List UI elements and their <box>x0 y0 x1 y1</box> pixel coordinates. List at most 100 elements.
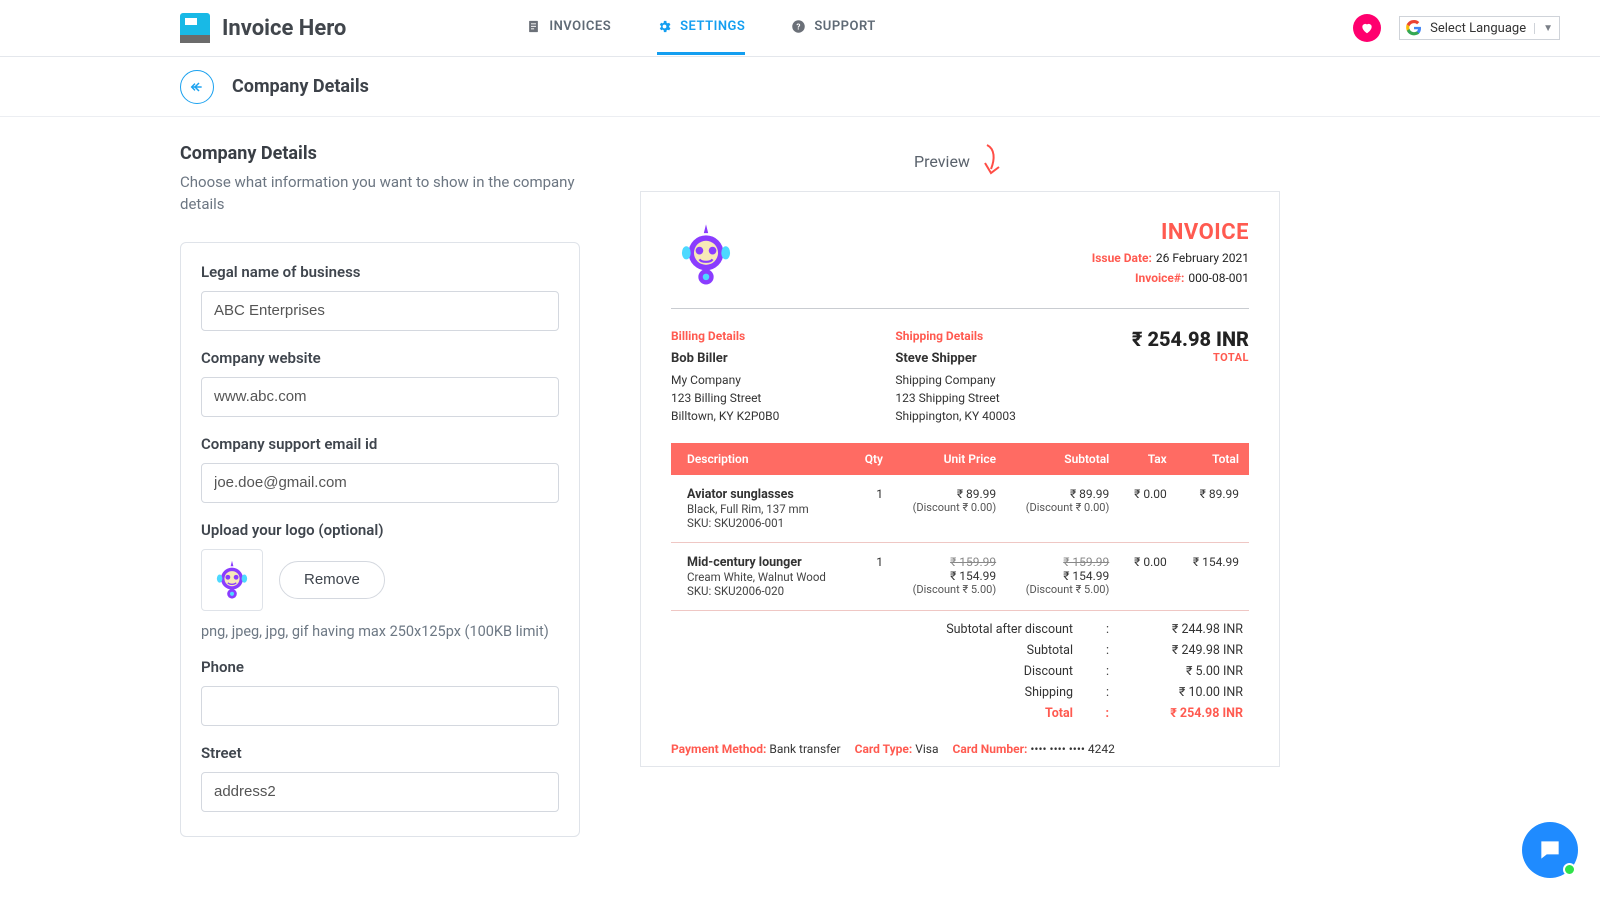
form-card: Legal name of business Company website C… <box>180 242 580 837</box>
total-amount: ₹ 254.98 INR <box>1132 327 1249 351</box>
line-item: Aviator sunglasses Black, Full Rim, 137 … <box>671 475 1249 543</box>
preview-label-text: Preview <box>914 152 970 171</box>
item-sku: SKU: SKU2006-001 <box>687 516 841 530</box>
billing-line2: 123 Billing Street <box>671 389 779 407</box>
item-unit: ₹ 89.99 <box>903 487 996 501</box>
favorite-button[interactable] <box>1353 14 1381 42</box>
invoices-icon <box>526 19 541 34</box>
phone-input[interactable] <box>201 686 559 726</box>
brand: Invoice Hero <box>180 13 346 43</box>
pay-card-val: Visa <box>915 742 938 756</box>
preview-column: Preview INVOICE Issue Date: 26 February 2… <box>640 143 1280 767</box>
item-qty: 1 <box>851 542 893 610</box>
invoice-number-value: 000-08-001 <box>1188 271 1249 285</box>
page-title: Company Details <box>232 76 369 97</box>
pay-card-lab: Card Type: <box>855 742 913 756</box>
support-icon: ? <box>791 19 806 34</box>
item-tax: ₹ 0.00 <box>1119 475 1176 543</box>
col-qty: Qty <box>851 443 893 475</box>
line-items-table: Description Qty Unit Price Subtotal Tax … <box>671 443 1249 611</box>
item-sub-strike: ₹ 159.99 <box>1016 555 1109 569</box>
item-variant: Black, Full Rim, 137 mm <box>687 502 841 516</box>
item-name: Aviator sunglasses <box>687 487 841 502</box>
billing-line3: Billtown, KY K2P0B0 <box>671 407 779 425</box>
nav-invoices-label: INVOICES <box>549 19 611 34</box>
phone-label: Phone <box>201 658 559 676</box>
nav-support-label: SUPPORT <box>814 19 875 34</box>
item-sku: SKU: SKU2006-020 <box>687 584 841 598</box>
invoice-number-row: Invoice#: 000-08-001 <box>1092 271 1249 285</box>
robot-icon <box>210 558 254 602</box>
settings-icon <box>657 19 672 34</box>
billing-heading: Billing Details <box>671 327 779 345</box>
item-variant: Cream White, Walnut Wood <box>687 570 841 584</box>
summary-shipping-lab: Shipping <box>773 685 1133 700</box>
item-qty: 1 <box>851 475 893 543</box>
summary-subtotal-lab: Subtotal <box>773 643 1133 658</box>
billing-line1: My Company <box>671 371 779 389</box>
invoice-logo-icon <box>671 220 741 290</box>
back-button[interactable] <box>180 70 214 104</box>
invoice-issue-value: 26 February 2021 <box>1156 251 1249 265</box>
item-unit-strike: ₹ 159.99 <box>903 555 996 569</box>
billing-details: Billing Details Bob Biller My Company 12… <box>671 327 779 425</box>
invoice-title: INVOICE <box>1092 220 1249 245</box>
email-input[interactable] <box>201 463 559 503</box>
pay-num-lab: Card Number: <box>953 742 1028 756</box>
street-input[interactable] <box>201 772 559 812</box>
invoice-issue-label: Issue Date: <box>1092 251 1152 265</box>
invoice-number-label: Invoice#: <box>1135 271 1184 285</box>
page-header: Company Details <box>0 57 1600 117</box>
item-sub: ₹ 154.99 <box>1016 569 1109 583</box>
nav-links: INVOICES SETTINGS ? SUPPORT <box>526 1 875 55</box>
logo-label: Upload your logo (optional) <box>201 521 559 539</box>
brand-logo-icon <box>180 13 210 43</box>
logo-thumbnail[interactable] <box>201 549 263 611</box>
nav-settings[interactable]: SETTINGS <box>657 1 745 55</box>
chat-button[interactable] <box>1522 822 1578 878</box>
content: Company Details Choose what information … <box>0 117 1600 837</box>
svg-text:?: ? <box>797 22 801 32</box>
col-total: Total <box>1177 443 1249 475</box>
pay-method-lab: Payment Method: <box>671 742 766 756</box>
billing-name: Bob Biller <box>671 349 779 369</box>
arrow-down-icon <box>980 143 1006 179</box>
shipping-name: Steve Shipper <box>895 349 1015 369</box>
nav-support[interactable]: ? SUPPORT <box>791 1 875 55</box>
summary-shipping-val: ₹ 10.00 INR <box>1133 685 1243 700</box>
pay-method-val: Bank transfer <box>769 742 840 756</box>
section-subtitle: Choose what information you want to show… <box>180 172 580 216</box>
chat-icon <box>1537 837 1563 863</box>
logo-row: Remove <box>201 549 559 611</box>
topbar: Invoice Hero INVOICES SETTINGS ? SUPPORT… <box>0 0 1600 57</box>
summary-subtotal-val: ₹ 249.98 INR <box>1133 643 1243 658</box>
website-input[interactable] <box>201 377 559 417</box>
summary: Subtotal after discount₹ 244.98 INR Subt… <box>671 619 1249 724</box>
shipping-details: Shipping Details Steve Shipper Shipping … <box>895 327 1015 425</box>
item-name: Mid-century lounger <box>687 555 841 570</box>
line-item: Mid-century lounger Cream White, Walnut … <box>671 542 1249 610</box>
shipping-line3: Shippington, KY 40003 <box>895 407 1015 425</box>
item-total: ₹ 154.99 <box>1177 542 1249 610</box>
email-label: Company support email id <box>201 435 559 453</box>
section-title: Company Details <box>180 143 580 164</box>
item-unit-disc: (Discount ₹ 0.00) <box>903 501 996 514</box>
item-sub-disc: (Discount ₹ 0.00) <box>1016 501 1109 514</box>
legal-name-input[interactable] <box>201 291 559 331</box>
col-tax: Tax <box>1119 443 1176 475</box>
remove-logo-button[interactable]: Remove <box>279 561 385 599</box>
summary-sub-after-val: ₹ 244.98 INR <box>1133 622 1243 637</box>
nav-invoices[interactable]: INVOICES <box>526 1 611 55</box>
invoice-preview: INVOICE Issue Date: 26 February 2021 Invo… <box>640 191 1280 767</box>
online-status-icon <box>1563 863 1576 876</box>
street-label: Street <box>201 744 559 762</box>
summary-total-lab: Total <box>773 706 1133 721</box>
website-label: Company website <box>201 349 559 367</box>
summary-total-val: ₹ 254.98 INR <box>1133 706 1243 721</box>
language-select[interactable]: Select Language ▼ <box>1399 16 1560 40</box>
chevron-down-icon: ▼ <box>1534 23 1553 34</box>
payment-meta: Payment Method: Bank transfer Card Type:… <box>671 742 1249 756</box>
item-tax: ₹ 0.00 <box>1119 542 1176 610</box>
col-description: Description <box>671 443 851 475</box>
topbar-right: Select Language ▼ <box>1353 14 1560 42</box>
